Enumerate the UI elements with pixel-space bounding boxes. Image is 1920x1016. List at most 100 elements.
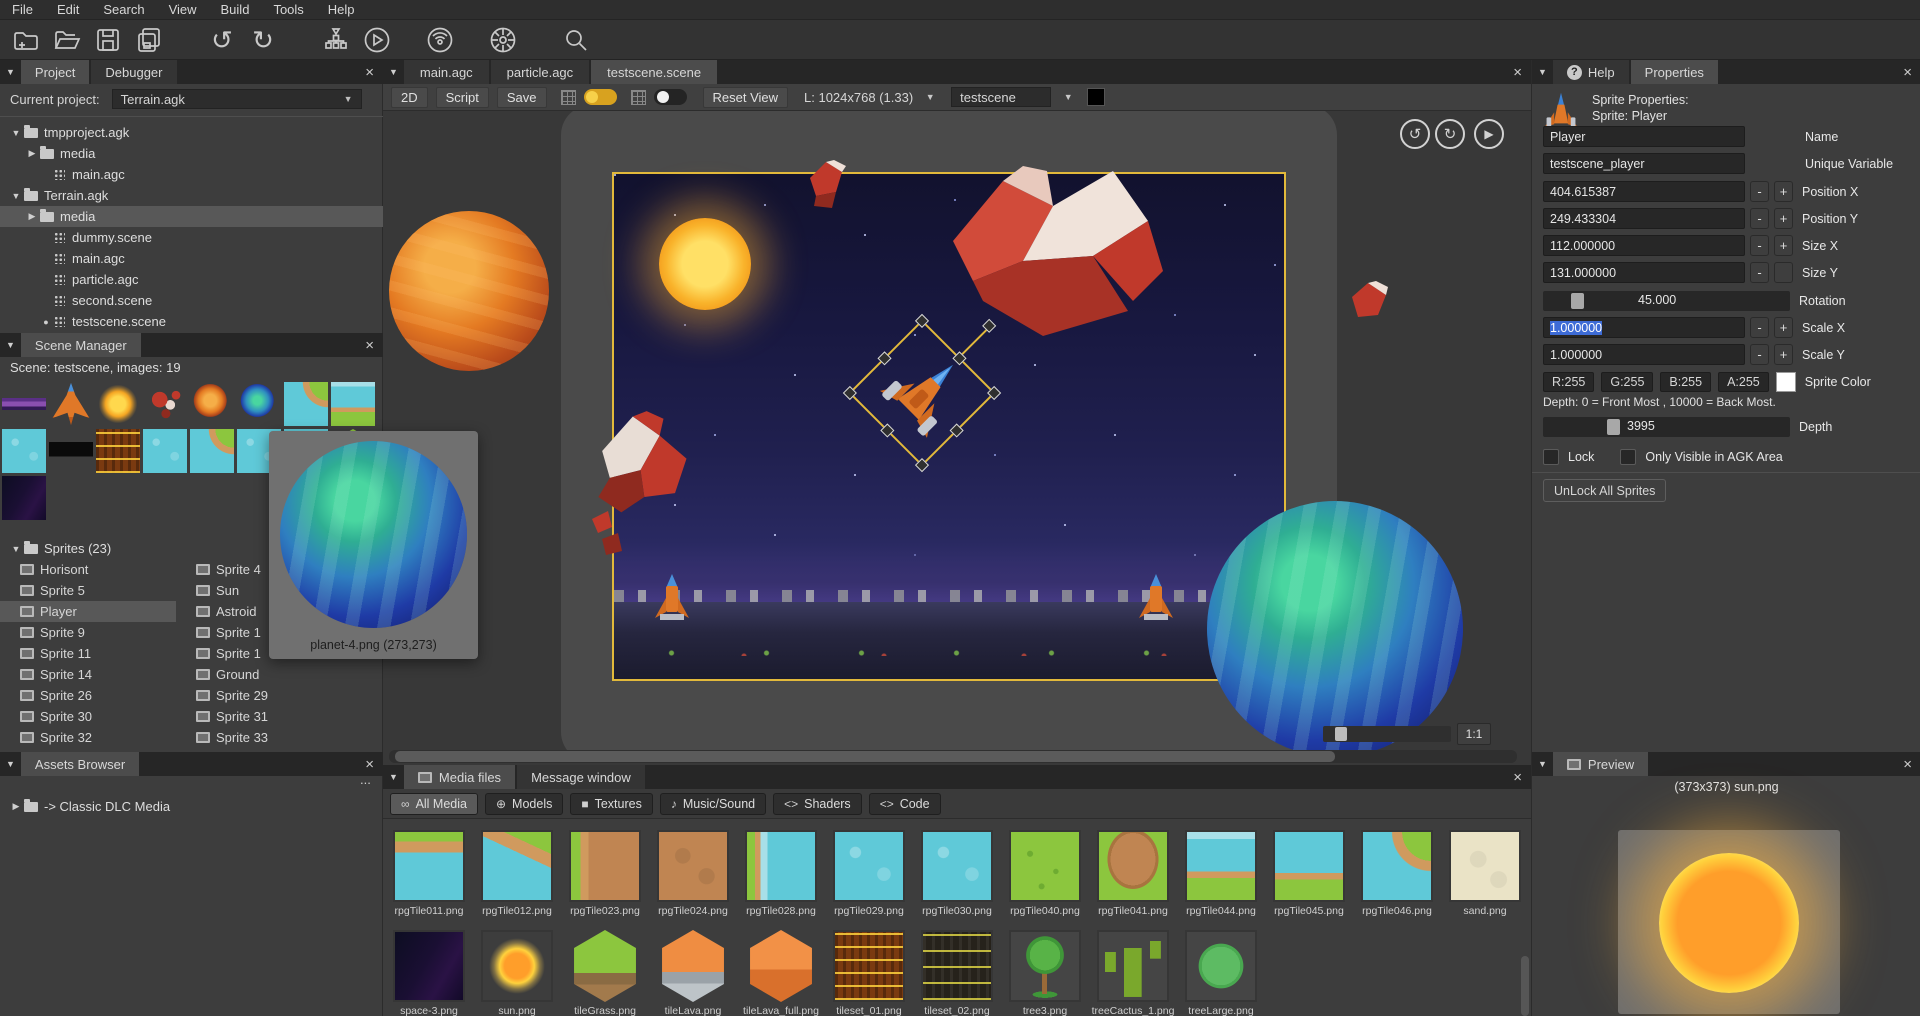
menu-item[interactable]: File	[0, 0, 45, 20]
rotation-slider-knob[interactable]	[1571, 293, 1584, 309]
media-item[interactable]: tileset_01.png	[829, 930, 909, 1016]
media-filter-tab[interactable]: <> Shaders	[773, 793, 862, 815]
tree-row[interactable]: particle.agc	[0, 269, 383, 290]
lock-checkbox[interactable]	[1543, 449, 1559, 465]
color-a-button[interactable]: A:255	[1718, 372, 1769, 392]
media-thumbnail[interactable]	[569, 830, 641, 902]
media-item[interactable]: treeCactus_1.png	[1093, 930, 1173, 1016]
save-scene-button[interactable]: Save	[497, 87, 547, 108]
minus-button[interactable]: -	[1750, 208, 1769, 229]
sprite-item[interactable]: Sprite 32	[0, 727, 176, 748]
media-thumbnail[interactable]	[481, 930, 553, 1002]
media-thumbnail[interactable]	[1097, 830, 1169, 902]
name-field[interactable]: Player	[1543, 126, 1745, 147]
plus-button[interactable]: +	[1774, 344, 1793, 365]
expander-icon[interactable]: ▶	[8, 801, 24, 812]
tab-debugger[interactable]: Debugger	[91, 60, 176, 84]
sprite-item[interactable]: Sprite 26	[0, 685, 176, 706]
run-icon[interactable]	[362, 25, 392, 55]
unique-variable-field[interactable]: testscene_player	[1543, 153, 1745, 174]
scene-image-thumb[interactable]	[2, 476, 46, 520]
collapse-icon[interactable]: ▼	[0, 759, 21, 769]
scene-image-thumb[interactable]	[190, 382, 234, 426]
export-device-icon[interactable]	[321, 25, 351, 55]
media-thumbnail[interactable]	[1009, 930, 1081, 1002]
scene-image-thumb[interactable]	[284, 382, 328, 426]
tree-row[interactable]: ▶ media	[0, 143, 383, 164]
dlc-media-row[interactable]: ▶ -> Classic DLC Media	[0, 796, 383, 817]
asteroid-shards-left[interactable]	[588, 509, 630, 559]
unlock-all-sprites-button[interactable]: UnLock All Sprites	[1543, 479, 1666, 502]
collapse-icon[interactable]: ▼	[1532, 759, 1553, 769]
tab-assets-browser[interactable]: Assets Browser	[21, 752, 139, 776]
scene-image-thumb[interactable]	[190, 429, 234, 473]
media-item[interactable]: tree3.png	[1005, 930, 1085, 1016]
expander-icon[interactable]: ▼	[8, 128, 24, 138]
tab-media-files[interactable]: Media files	[404, 765, 515, 789]
media-item[interactable]: rpgTile030.png	[917, 830, 997, 917]
media-thumbnail[interactable]	[833, 830, 905, 902]
scene-image-thumb[interactable]	[2, 429, 46, 473]
minus-button[interactable]: -	[1750, 181, 1769, 202]
media-thumbnail[interactable]	[745, 930, 817, 1002]
media-thumbnail[interactable]	[1185, 930, 1257, 1002]
orange-planet-sprite[interactable]	[389, 211, 549, 371]
sprite-item[interactable]: Sprite 5	[0, 580, 176, 601]
media-item[interactable]: sand.png	[1445, 830, 1525, 917]
vertical-scrollbar[interactable]	[1521, 956, 1529, 1016]
close-icon[interactable]: ×	[1504, 64, 1531, 81]
asteroid-cluster-right[interactable]	[943, 161, 1168, 346]
scene-image-thumb[interactable]	[96, 382, 140, 426]
menu-item[interactable]: Build	[209, 0, 262, 20]
collapse-icon[interactable]: ▼	[1532, 67, 1553, 77]
sprite-item[interactable]: Sprite 30	[0, 706, 176, 727]
tree-row[interactable]: ▼ tmpproject.agk	[0, 122, 383, 143]
plus-button[interactable]: +	[1774, 208, 1793, 229]
sprite-item[interactable]: Sprite 31	[176, 706, 363, 727]
media-thumbnail[interactable]	[745, 830, 817, 902]
scene-dropdown-icon[interactable]: ▼	[1059, 88, 1077, 106]
media-item[interactable]: space-3.png	[389, 930, 469, 1016]
sprite-item[interactable]: Ground	[176, 664, 363, 685]
close-icon[interactable]: ×	[356, 337, 383, 354]
minus-button[interactable]: -	[1750, 344, 1769, 365]
sprite-item[interactable]: Sprite 9	[0, 622, 176, 643]
depth-slider[interactable]: 3995	[1543, 417, 1790, 437]
tree-row[interactable]: ▶ media	[0, 206, 383, 227]
tab-message-window[interactable]: Message window	[517, 765, 645, 789]
menu-item[interactable]: Search	[91, 0, 156, 20]
menu-item[interactable]: Edit	[45, 0, 91, 20]
save-all-icon[interactable]	[134, 25, 164, 55]
scene-viewport[interactable]: ↺ ↻ ▶ 1:1	[383, 111, 1531, 765]
scale-x-field[interactable]: 1.000000	[1543, 317, 1745, 338]
tree-row[interactable]: dummy.scene	[0, 227, 383, 248]
sprite-item[interactable]: Sprite 33	[176, 727, 363, 748]
media-item[interactable]: rpgTile041.png	[1093, 830, 1173, 917]
tree-row[interactable]: second.scene	[0, 290, 383, 311]
current-project-select[interactable]: Terrain.agk ▼	[112, 89, 362, 109]
2d-mode-button[interactable]: 2D	[391, 87, 428, 108]
script-button[interactable]: Script	[436, 87, 489, 108]
tree-row[interactable]: ● testscene.scene	[0, 311, 383, 332]
plus-button[interactable]: +	[1774, 317, 1793, 338]
media-item[interactable]: tileset_02.png	[917, 930, 997, 1016]
collapse-icon[interactable]: ▼	[0, 340, 21, 350]
play-scene-icon[interactable]: ▶	[1474, 119, 1504, 149]
media-thumbnail[interactable]	[481, 830, 553, 902]
media-item[interactable]: rpgTile024.png	[653, 830, 733, 917]
open-project-icon[interactable]	[52, 25, 82, 55]
scene-image-thumb[interactable]	[143, 429, 187, 473]
snap-grid-icon[interactable]	[631, 90, 646, 105]
horizontal-scrollbar[interactable]	[389, 750, 1517, 763]
scene-image-thumb[interactable]	[49, 429, 93, 473]
expander-icon[interactable]: ▶	[24, 148, 40, 159]
search-icon[interactable]	[561, 25, 591, 55]
scene-image-thumb[interactable]	[143, 382, 187, 426]
tree-row[interactable]: main.agc	[0, 164, 383, 185]
new-project-icon[interactable]	[11, 25, 41, 55]
sprite-item[interactable]: Sprite 14	[0, 664, 176, 685]
scale-y-field[interactable]: 1.000000	[1543, 344, 1745, 365]
close-icon[interactable]: ×	[356, 756, 383, 773]
reset-view-button[interactable]: Reset View	[703, 87, 789, 108]
turret-ship-sprite[interactable]	[652, 572, 692, 624]
